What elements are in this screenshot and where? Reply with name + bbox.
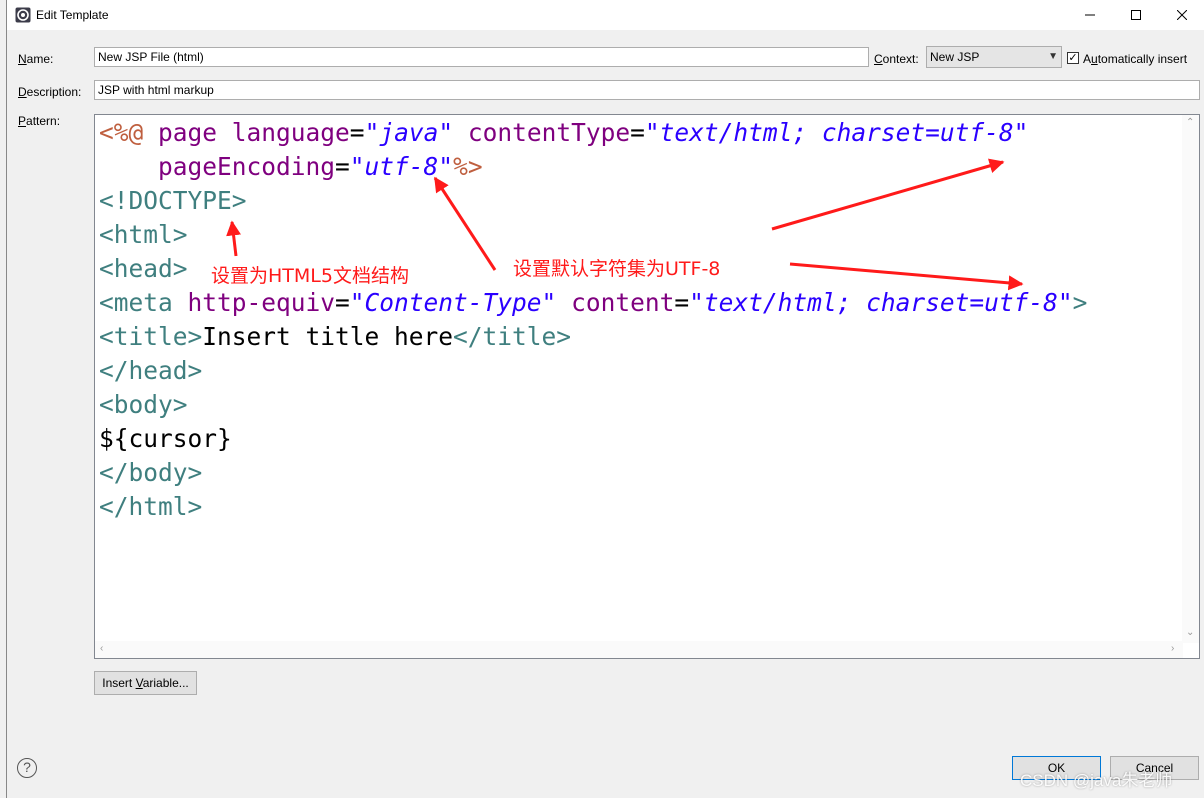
annotation-arrows	[226, 158, 1024, 291]
arrow-to-page-encoding	[433, 176, 497, 271]
csdn-watermark: CSDN @java朱老师	[1020, 771, 1173, 790]
arrow-to-doctype	[226, 220, 242, 257]
arrow-to-content-type-charset	[771, 158, 1005, 231]
arrow-to-meta-charset	[789, 262, 1024, 291]
